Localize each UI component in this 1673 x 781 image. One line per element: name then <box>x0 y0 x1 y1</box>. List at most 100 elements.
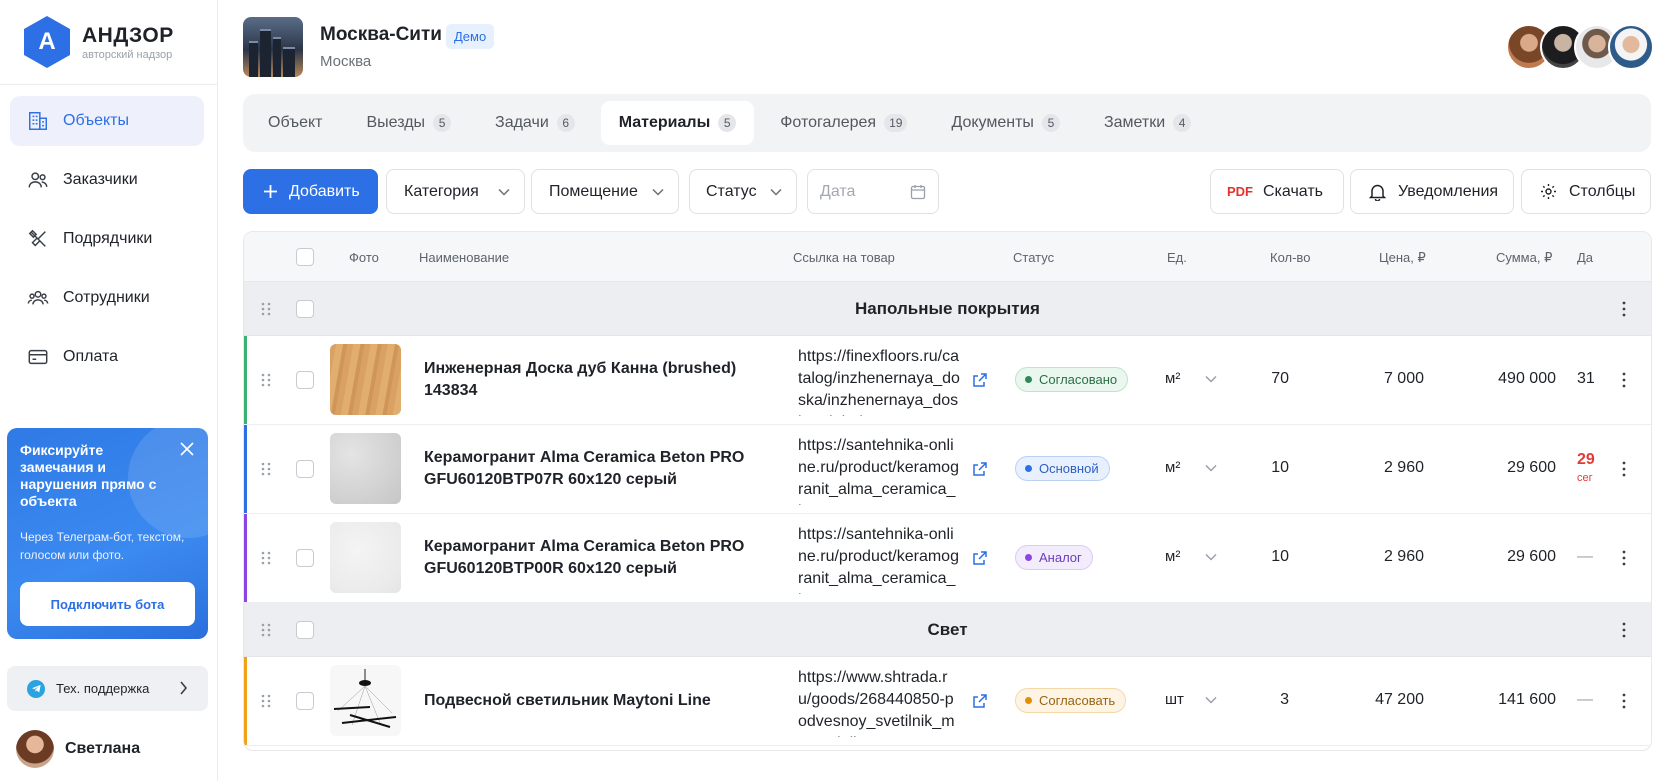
sidebar-item-contractors[interactable]: Подрядчики <box>10 214 204 264</box>
column-header-link[interactable]: Ссылка на товар <box>793 250 895 265</box>
table-row[interactable]: Инженерная Доска дуб Канна (brushed) 143… <box>244 336 1651 425</box>
status-badge[interactable]: Основной <box>1015 456 1110 481</box>
tab-object[interactable]: Объект <box>250 101 340 145</box>
tab-label: Объект <box>268 114 323 131</box>
group-title: Напольные покрытия <box>855 299 1040 318</box>
table-row[interactable]: Подвесной светильник Maytoni Line https:… <box>244 657 1651 746</box>
tab-tasks[interactable]: Задачи 6 <box>477 101 593 145</box>
date-cell[interactable]: 31 <box>1577 370 1601 388</box>
chevron-down-icon[interactable] <box>1205 696 1217 704</box>
material-photo[interactable] <box>330 344 401 415</box>
price-cell[interactable]: 47 200 <box>1349 691 1424 709</box>
materials-toolbar: Добавить Категория Помещение Статус Дата… <box>243 169 1651 214</box>
material-photo[interactable] <box>330 665 401 736</box>
drag-handle-icon[interactable] <box>261 373 271 387</box>
room-filter[interactable]: Помещение <box>531 169 679 214</box>
date-cell[interactable]: — <box>1577 548 1601 566</box>
more-options-icon[interactable] <box>1621 549 1627 567</box>
brand-logo[interactable]: А АНДЗОР авторский надзор <box>24 16 174 68</box>
more-options-icon[interactable] <box>1621 371 1627 389</box>
row-checkbox[interactable] <box>296 549 314 567</box>
material-name: Керамогранит Alma Ceramica Beton PRO GFU… <box>424 538 745 577</box>
quantity-cell[interactable]: 3 <box>1229 691 1289 709</box>
drag-handle-icon[interactable] <box>261 694 271 708</box>
column-header-qty[interactable]: Кол-во <box>1270 250 1310 265</box>
tab-materials[interactable]: Материалы 5 <box>600 101 755 145</box>
tab-documents[interactable]: Документы 5 <box>933 101 1077 145</box>
tab-photo-gallery[interactable]: Фотогалерея 19 <box>762 101 925 145</box>
date-filter-input[interactable]: Дата <box>807 169 939 214</box>
row-checkbox[interactable] <box>296 460 314 478</box>
drag-handle-icon[interactable] <box>261 462 271 476</box>
unit-select[interactable]: м² <box>1165 370 1180 387</box>
product-link[interactable]: https://santehnika-online.ru/product/ker… <box>798 435 960 505</box>
chevron-down-icon[interactable] <box>1205 553 1217 561</box>
sidebar-item-employees[interactable]: Сотрудники <box>10 273 204 323</box>
chevron-down-icon[interactable] <box>1205 375 1217 383</box>
select-all-checkbox[interactable] <box>296 248 314 266</box>
sidebar-item-payment[interactable]: Оплата <box>10 332 204 382</box>
row-checkbox[interactable] <box>296 371 314 389</box>
quantity-cell[interactable]: 70 <box>1229 370 1289 388</box>
row-checkbox[interactable] <box>296 692 314 710</box>
group-title: Свет <box>927 620 968 639</box>
quantity-cell[interactable]: 10 <box>1229 459 1289 477</box>
column-header-status[interactable]: Статус <box>1013 250 1054 265</box>
tab-notes[interactable]: Заметки 4 <box>1086 101 1209 145</box>
table-row[interactable]: Керамогранит Alma Ceramica Beton PRO GFU… <box>244 425 1651 514</box>
category-filter[interactable]: Категория <box>386 169 525 214</box>
status-badge[interactable]: Согласовать <box>1015 688 1127 713</box>
unit-select[interactable]: м² <box>1165 459 1180 476</box>
telegram-bot-promo: Фиксируйте замечания и нарушения прямо с… <box>7 428 208 639</box>
table-row[interactable]: Керамогранит Alma Ceramica Beton PRO GFU… <box>244 514 1651 603</box>
material-name: Инженерная Доска дуб Канна (brushed) 143… <box>424 360 737 399</box>
more-options-icon[interactable] <box>1621 460 1627 478</box>
download-pdf-button[interactable]: PDF Скачать <box>1210 169 1344 214</box>
connect-bot-button[interactable]: Подключить бота <box>20 582 195 626</box>
quantity-cell[interactable]: 10 <box>1229 548 1289 566</box>
column-header-photo[interactable]: Фото <box>349 250 379 265</box>
external-link-icon[interactable] <box>972 372 988 388</box>
sidebar-item-objects[interactable]: Объекты <box>10 96 204 146</box>
product-link[interactable]: https://finexfloors.ru/catalog/inzhenern… <box>798 346 960 416</box>
date-cell[interactable]: 29 <box>1577 451 1601 469</box>
chevron-down-icon[interactable] <box>1205 464 1217 472</box>
columns-button[interactable]: Столбцы <box>1521 169 1651 214</box>
tab-visits[interactable]: Выезды 5 <box>348 101 469 145</box>
more-options-icon[interactable] <box>1621 692 1627 710</box>
sidebar-item-customers[interactable]: Заказчики <box>10 155 204 205</box>
price-cell[interactable]: 2 960 <box>1349 459 1424 477</box>
external-link-icon[interactable] <box>972 550 988 566</box>
status-badge[interactable]: Согласовано <box>1015 367 1129 392</box>
project-title: Москва-Сити <box>320 24 442 45</box>
price-cell[interactable]: 2 960 <box>1349 548 1424 566</box>
material-photo[interactable] <box>330 522 401 593</box>
product-link[interactable]: https://www.shtrada.ru/goods/268440850-p… <box>798 667 960 737</box>
status-filter[interactable]: Статус <box>689 169 797 214</box>
column-header-name[interactable]: Наименование <box>419 250 509 265</box>
status-badge[interactable]: Аналог <box>1015 545 1093 570</box>
add-button[interactable]: Добавить <box>243 169 378 214</box>
close-icon[interactable] <box>178 440 196 458</box>
drag-handle-icon[interactable] <box>261 551 271 565</box>
notifications-button[interactable]: Уведомления <box>1350 169 1514 214</box>
user-name: Светлана <box>65 740 141 757</box>
tab-label: Материалы <box>618 114 711 131</box>
more-options-icon[interactable] <box>1621 300 1627 318</box>
date-cell[interactable]: — <box>1577 691 1601 709</box>
column-header-date[interactable]: Да <box>1577 250 1593 265</box>
column-header-sum[interactable]: Сумма, ₽ <box>1496 250 1552 266</box>
project-team-avatars[interactable] <box>1506 24 1656 70</box>
material-photo[interactable] <box>330 433 401 504</box>
unit-select[interactable]: м² <box>1165 548 1180 565</box>
column-header-price[interactable]: Цена, ₽ <box>1379 250 1426 266</box>
price-cell[interactable]: 7 000 <box>1349 370 1424 388</box>
unit-select[interactable]: шт <box>1165 691 1184 708</box>
external-link-icon[interactable] <box>972 693 988 709</box>
column-header-unit[interactable]: Ед. <box>1167 250 1187 265</box>
product-link[interactable]: https://santehnika-online.ru/product/ker… <box>798 524 960 594</box>
more-options-icon[interactable] <box>1621 621 1627 639</box>
external-link-icon[interactable] <box>972 461 988 477</box>
support-button[interactable]: Тех. поддержка <box>7 666 208 711</box>
current-user[interactable]: Светлана <box>16 730 140 768</box>
